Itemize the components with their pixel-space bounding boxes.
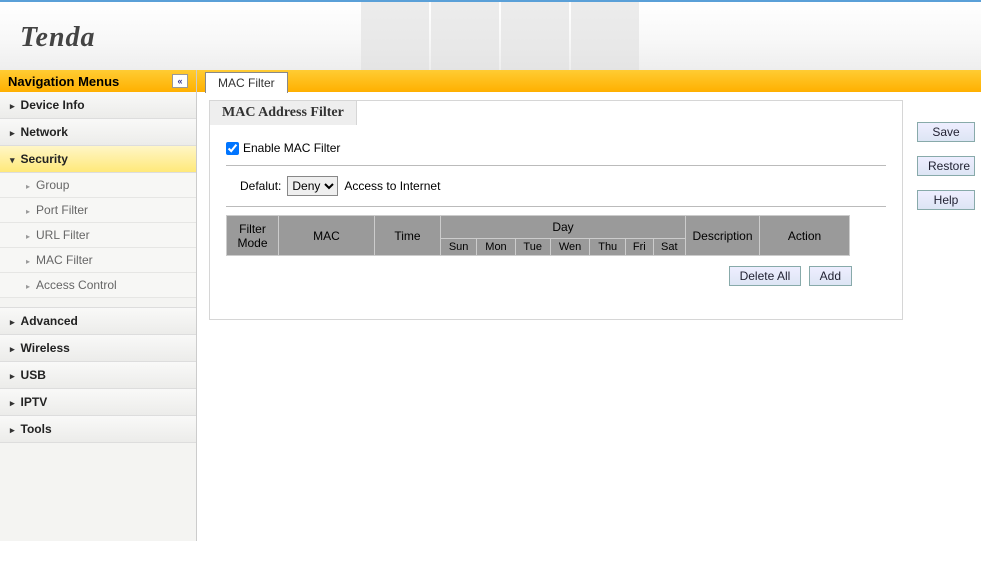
collapse-sidebar-button[interactable]: « [172, 74, 188, 88]
nav-item-wireless[interactable]: Wireless [0, 335, 196, 362]
col-action: Action [760, 216, 850, 256]
default-label: Defalut: [240, 179, 281, 193]
mac-filter-table: Filter Mode MAC Time Day Description Act… [226, 215, 850, 256]
delete-all-button[interactable]: Delete All [729, 266, 802, 286]
header-banner: Tenda [0, 0, 981, 70]
nav-title-bar: Navigation Menus « [0, 70, 196, 92]
brand-logo: Tenda [20, 22, 96, 54]
nav-item-advanced[interactable]: Advanced [0, 308, 196, 335]
nav-sub-url-filter[interactable]: URL Filter [0, 223, 196, 248]
col-mac: MAC [279, 216, 375, 256]
tab-mac-filter[interactable]: MAC Filter [205, 72, 288, 93]
main-area: MAC Filter MAC Address Filter Enable MAC… [197, 70, 981, 328]
col-day: Day [441, 216, 686, 239]
col-day-sun: Sun [441, 239, 477, 256]
col-day-thu: Thu [590, 239, 625, 256]
nav-sub-group[interactable]: Group [0, 173, 196, 198]
add-button[interactable]: Add [809, 266, 852, 286]
sidebar: Navigation Menus « Device Info Network S… [0, 70, 197, 541]
help-button[interactable]: Help [917, 190, 975, 210]
nav-item-tools[interactable]: Tools [0, 416, 196, 443]
nav-sub-mac-filter[interactable]: MAC Filter [0, 248, 196, 273]
banner-decor [360, 2, 640, 72]
nav-item-usb[interactable]: USB [0, 362, 196, 389]
nav-sub-access-control[interactable]: Access Control [0, 273, 196, 298]
col-description: Description [686, 216, 760, 256]
col-day-tue: Tue [515, 239, 550, 256]
nav-sub-port-filter[interactable]: Port Filter [0, 198, 196, 223]
nav-item-security[interactable]: Security [0, 146, 196, 173]
default-suffix-label: Access to Internet [344, 179, 440, 193]
tab-row: MAC Filter [197, 70, 981, 92]
nav-item-device-info[interactable]: Device Info [0, 92, 196, 119]
side-button-column: Save Restore Help [907, 92, 977, 210]
col-time: Time [375, 216, 441, 256]
col-day-fri: Fri [625, 239, 653, 256]
content-panel: MAC Address Filter Enable MAC Filter Def… [209, 100, 903, 320]
restore-button[interactable]: Restore [917, 156, 975, 176]
nav-title-text: Navigation Menus [8, 74, 119, 89]
panel-title: MAC Address Filter [209, 100, 357, 125]
enable-mac-filter-checkbox[interactable] [226, 142, 239, 155]
enable-mac-filter-label: Enable MAC Filter [243, 141, 340, 155]
col-day-wen: Wen [550, 239, 590, 256]
col-filter-mode: Filter Mode [227, 216, 279, 256]
nav-item-iptv[interactable]: IPTV [0, 389, 196, 416]
default-mode-select[interactable]: Deny Allow [287, 176, 338, 196]
nav-item-network[interactable]: Network [0, 119, 196, 146]
col-day-sat: Sat [653, 239, 685, 256]
save-button[interactable]: Save [917, 122, 975, 142]
col-day-mon: Mon [477, 239, 516, 256]
